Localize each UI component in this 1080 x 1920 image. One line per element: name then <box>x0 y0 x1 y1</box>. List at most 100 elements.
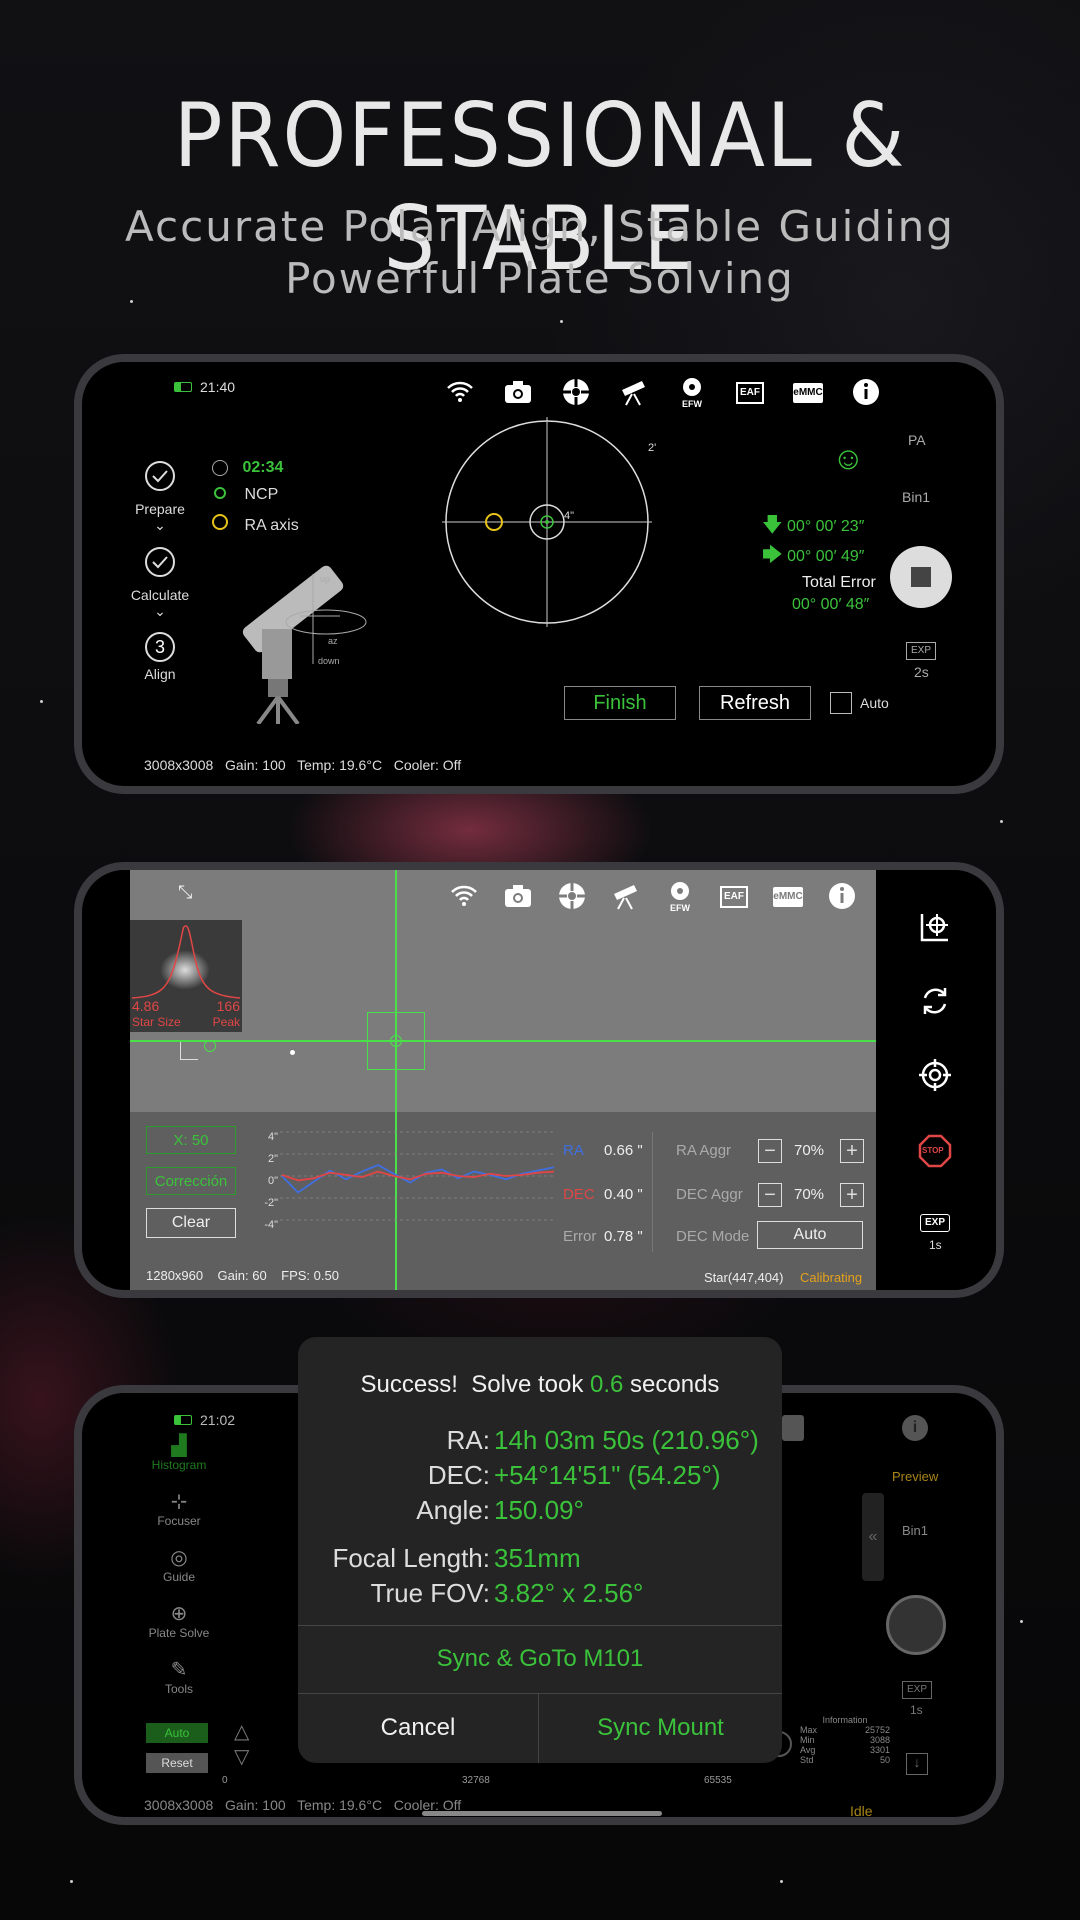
finish-button[interactable]: Finish <box>564 686 676 720</box>
download-icon[interactable]: ↓ <box>906 1753 928 1775</box>
chevron-down-icon: ⌄ <box>154 517 166 533</box>
timer-row: 02:34 <box>212 459 283 477</box>
emmc-icon[interactable]: eMMC <box>792 376 824 408</box>
ncp-marker-icon <box>214 487 226 499</box>
ra-value: 14h 03m 50s (210.96°) <box>494 1425 759 1455</box>
telescope-icon[interactable] <box>610 880 642 912</box>
calibrating-status: Calibrating <box>800 1270 863 1285</box>
stop-icon[interactable]: STOP <box>918 1134 952 1168</box>
focuser-icon: ⊹ <box>170 1491 188 1513</box>
peak-label: Peak <box>212 1015 240 1029</box>
dec-value: +54°14'51" (54.25°) <box>494 1460 721 1490</box>
bin-label[interactable]: Bin1 <box>902 1523 928 1538</box>
smiley-icon: ☺ <box>832 440 865 476</box>
efw-icon[interactable]: EFW <box>664 880 696 913</box>
wifi-icon[interactable] <box>448 880 480 912</box>
step-align: 3 Align <box>130 632 190 682</box>
camera-icon[interactable] <box>502 376 534 408</box>
refresh-button[interactable]: Refresh <box>699 686 811 720</box>
pa-label[interactable]: PA <box>908 432 926 448</box>
exp-icon[interactable]: EXP <box>902 1681 932 1699</box>
dec-series-line <box>281 1170 555 1182</box>
arrow-right-icon: 🡆 <box>762 544 783 566</box>
auto-button[interactable]: Auto <box>146 1723 208 1743</box>
efw-icon[interactable]: EFW <box>676 376 708 409</box>
toolbar: EFW EAF eMMC <box>448 880 858 913</box>
info-icon[interactable] <box>826 880 858 912</box>
bin-label[interactable]: Bin1 <box>902 489 930 505</box>
ra-axis-row: RA axis <box>212 514 299 535</box>
star-size-label: Star Size <box>132 1015 181 1029</box>
clear-button[interactable]: Clear <box>146 1208 236 1238</box>
dec-mode-select[interactable]: Auto <box>757 1221 863 1249</box>
menu-plate-solve[interactable]: ⊕ Plate Solve <box>132 1601 226 1657</box>
clock: 21:40 <box>200 379 236 395</box>
ra-value: 0.66 " <box>604 1142 643 1159</box>
info-icon[interactable]: i <box>902 1415 928 1441</box>
exp-icon[interactable]: EXP <box>920 1214 950 1232</box>
guide-star-box[interactable] <box>367 1012 425 1070</box>
dec-mode-label: DEC Mode <box>676 1228 750 1245</box>
crosshair-select-icon[interactable] <box>918 910 952 944</box>
cancel-button[interactable]: Cancel <box>298 1693 538 1763</box>
exp-icon[interactable]: EXP <box>906 642 936 660</box>
menu-histogram[interactable]: ▟ Histogram <box>132 1433 226 1489</box>
collapse-icon[interactable]: ⤡ <box>178 882 192 903</box>
svg-text:up: up <box>320 574 330 584</box>
peak-value: 166 <box>216 998 240 1014</box>
ra-aggr-plus-button[interactable]: + <box>840 1139 864 1163</box>
reset-button[interactable]: Reset <box>146 1753 208 1773</box>
error-label: Error <box>563 1228 597 1245</box>
ra-aggr-value: 70% <box>794 1142 825 1159</box>
refresh-icon[interactable] <box>918 984 952 1018</box>
angle-label: Angle: <box>416 1495 490 1525</box>
filter-wheel-icon[interactable] <box>556 880 588 912</box>
correction-button[interactable]: Corrección <box>146 1167 236 1195</box>
menu-tools[interactable]: ✎ Tools <box>132 1657 226 1713</box>
dec-aggr-plus-button[interactable]: + <box>840 1183 864 1207</box>
dec-value: 0.40 " <box>604 1186 643 1203</box>
ra-axis-marker-icon <box>212 514 228 530</box>
fov-value: 3.82° x 2.56° <box>494 1578 644 1608</box>
svg-text:az: az <box>328 636 338 646</box>
menu-focuser[interactable]: ⊹ Focuser <box>132 1489 226 1545</box>
status-bar: 3008x3008 Gain: 100 Temp: 19.6°C Cooler:… <box>144 757 462 773</box>
scale-outer: 2' <box>648 442 657 454</box>
preview-label[interactable]: Preview <box>892 1469 938 1484</box>
tool-menu: ▟ Histogram ⊹ Focuser ◎ Guide ⊕ Plate Solve … <box>132 1433 226 1713</box>
eaf-icon[interactable]: EAF <box>718 880 750 912</box>
sync-mount-button[interactable]: Sync Mount <box>539 1693 782 1763</box>
plate-solve-result-dialog: Success! Solve took 0.6 seconds RA: 14h … <box>298 1337 782 1763</box>
info-icon[interactable] <box>850 376 882 408</box>
menu-guide[interactable]: ◎ Guide <box>132 1545 226 1601</box>
dec-label: DEC: <box>427 1460 490 1490</box>
dialog-title: Success! Solve took 0.6 seconds <box>360 1371 720 1398</box>
ra-aggr-minus-button[interactable]: − <box>758 1139 782 1163</box>
dec-aggr-minus-button[interactable]: − <box>758 1183 782 1207</box>
auto-checkbox[interactable] <box>830 692 852 714</box>
stretch-slider-icon[interactable]: △ ▽ <box>234 1719 249 1769</box>
step-prepare: Prepare ⌄ <box>130 460 190 534</box>
check-icon <box>145 461 175 491</box>
guide-icon: ◎ <box>170 1547 188 1569</box>
wifi-icon[interactable] <box>444 376 476 408</box>
sd-card-icon[interactable] <box>782 1415 804 1441</box>
x-button[interactable]: X: 50 <box>146 1126 236 1154</box>
target-icon[interactable] <box>918 1058 952 1092</box>
camera-icon[interactable] <box>502 880 534 912</box>
emmc-icon[interactable]: eMMC <box>772 880 804 912</box>
capture-button[interactable] <box>886 1595 946 1655</box>
sync-goto-button[interactable]: Sync & GoTo M101 <box>298 1625 782 1693</box>
crosshair-horizontal <box>130 1040 876 1042</box>
guiding-screen: ⤡ EFW EAF eMMC 4.86 166 Star Size Peak X… <box>74 862 1004 1298</box>
hist-mid: 32768 <box>462 1775 490 1786</box>
star <box>290 1050 295 1055</box>
stop-capture-button[interactable] <box>890 546 952 608</box>
scale-inner: 4" <box>564 510 575 522</box>
hero-subtitle-1: Accurate Polar Align, Stable Guiding <box>125 202 955 251</box>
eaf-icon[interactable]: EAF <box>734 376 766 408</box>
panel-toggle-icon[interactable]: « <box>862 1493 884 1581</box>
telescope-icon[interactable] <box>618 376 650 408</box>
calibration-target-icon <box>204 1040 216 1052</box>
filter-wheel-icon[interactable] <box>560 376 592 408</box>
